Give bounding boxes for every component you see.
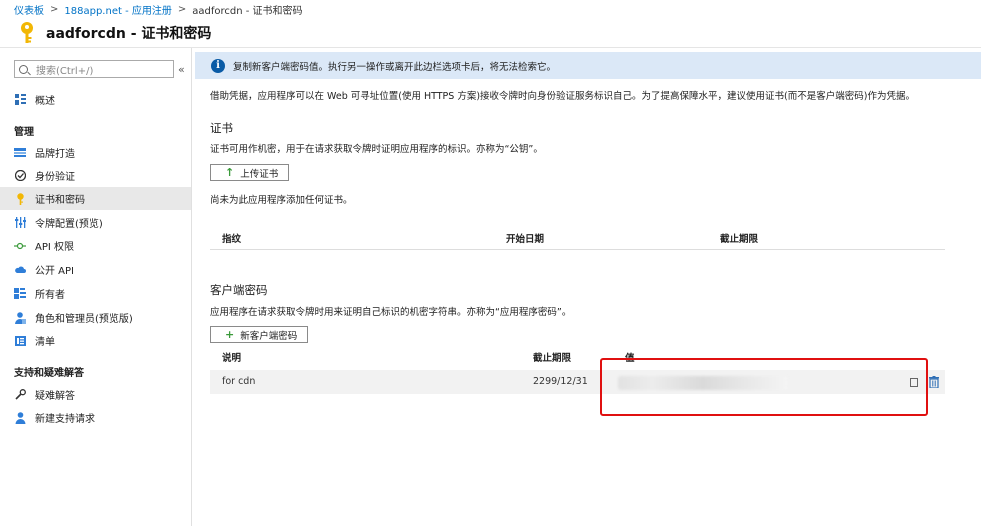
sidebar-item-label: 疑难解答 (35, 391, 75, 402)
sidebar-item-label: 公开 API (35, 266, 74, 277)
sidebar-item-label: 概述 (35, 96, 55, 107)
info-banner-text: 复制新客户端密码值。执行另一操作或离开此边栏选项卡后，将无法检索它。 (233, 61, 557, 73)
sidebar-item-branding[interactable]: 品牌打造 (0, 141, 191, 164)
upload-certificate-button[interactable]: ↑ 上传证书 (210, 164, 290, 181)
collapse-sidebar-button[interactable]: « (178, 63, 185, 76)
main-content: i 复制新客户端密码值。执行另一操作或离开此边栏选项卡后，将无法检索它。 借助凭… (193, 48, 981, 526)
breadcrumb-separator: > (50, 3, 59, 15)
certificates-empty-text: 尚未为此应用程序添加任何证书。 (210, 195, 353, 206)
search-placeholder: 搜索(Ctrl+/) (36, 65, 94, 77)
client-secrets-title: 客户端密码 (210, 283, 268, 297)
breadcrumb-current: aadforcdn - 证书和密码 (192, 5, 303, 17)
sidebar-item-label: API 权限 (35, 242, 74, 253)
sidebar-item-label: 身份验证 (35, 172, 75, 183)
upload-icon: ↑ (225, 166, 235, 179)
sidebar-item-roles-admins[interactable]: 角色和管理员(预览版) (0, 306, 191, 329)
branding-icon (14, 147, 26, 159)
search-icon (19, 64, 28, 74)
breadcrumb-dashboard[interactable]: 仪表板 (14, 2, 44, 17)
manage-heading: 管理 (14, 127, 34, 138)
secret-description: for cdn (222, 376, 256, 387)
sidebar-item-label: 清单 (35, 337, 55, 348)
new-client-secret-button[interactable]: + 新客户端密码 (210, 326, 309, 343)
breadcrumb-app-registrations[interactable]: 188app.net - 应用注册 (64, 2, 171, 17)
sidebar-item-owners[interactable]: 所有者 (0, 282, 191, 305)
divider (210, 249, 945, 250)
sidebar-item-authentication[interactable]: 身份验证 (0, 164, 191, 187)
authentication-icon (14, 170, 26, 182)
manifest-icon (14, 335, 26, 347)
breadcrumb-separator: > (177, 3, 187, 15)
column-expires: 截止期限 (720, 234, 759, 245)
certificates-title: 证书 (210, 121, 233, 135)
search-input[interactable]: 搜索(Ctrl+/) (14, 60, 174, 78)
sidebar-item-label: 新建支持请求 (35, 414, 95, 425)
support-heading: 支持和疑难解答 (14, 368, 84, 379)
sidebar-item-label: 令牌配置(预览) (35, 219, 103, 230)
support-user-icon (14, 411, 26, 424)
api-permissions-icon (14, 240, 26, 252)
key-icon (14, 192, 26, 205)
info-icon: i (211, 58, 225, 73)
upload-certificate-label: 上传证书 (240, 168, 279, 180)
owners-icon (14, 288, 26, 300)
highlight-annotation (600, 358, 928, 416)
info-banner: i 复制新客户端密码值。执行另一操作或离开此边栏选项卡后，将无法检索它。 (195, 52, 981, 79)
breadcrumb: 仪表板 > 188app.net - 应用注册 > aadforcdn - 证书… (0, 0, 981, 18)
wrench-icon (14, 389, 26, 401)
sidebar-item-troubleshooting[interactable]: 疑难解答 (0, 383, 191, 406)
roles-icon (14, 311, 26, 324)
sidebar-item-new-support-request[interactable]: 新建支持请求 (0, 406, 191, 429)
intro-text: 借助凭据，应用程序可以在 Web 可寻址位置(使用 HTTPS 方案)接收令牌时… (210, 91, 915, 102)
token-config-icon (14, 217, 26, 229)
page-header: aadforcdn - 证书和密码 (0, 18, 981, 48)
plus-icon: + (225, 328, 235, 341)
sidebar-item-api-permissions[interactable]: API 权限 (0, 234, 191, 257)
certificates-description: 证书可用作机密，用于在请求获取令牌时证明应用程序的标识。亦称为“公钥”。 (210, 144, 543, 155)
sidebar-item-token-configuration[interactable]: 令牌配置(预览) (0, 211, 191, 234)
column-description: 说明 (222, 353, 242, 364)
column-expires: 截止期限 (533, 353, 572, 364)
new-client-secret-label: 新客户端密码 (240, 330, 298, 342)
sidebar-item-overview[interactable]: 概述 (0, 88, 191, 111)
trash-icon[interactable] (929, 376, 939, 389)
sidebar-item-manifest[interactable]: 清单 (0, 329, 191, 352)
column-start-date: 开始日期 (506, 234, 545, 245)
secret-expires: 2299/12/31 (533, 376, 588, 387)
page-title: aadforcdn - 证书和密码 (46, 25, 212, 42)
cloud-icon (14, 264, 26, 276)
sidebar-item-certificates-secrets[interactable]: 证书和密码 (0, 187, 191, 210)
key-icon (16, 21, 38, 45)
sidebar-item-expose-api[interactable]: 公开 API (0, 258, 191, 281)
sidebar-item-label: 品牌打造 (35, 149, 75, 160)
column-thumbprint: 指纹 (222, 234, 242, 245)
sidebar: 搜索(Ctrl+/) « 概述 管理 品牌打造 身份验证 证书和密码 令牌配置(… (0, 48, 192, 526)
sidebar-item-label: 角色和管理员(预览版) (35, 314, 133, 325)
sidebar-item-label: 所有者 (35, 290, 65, 301)
sidebar-item-label: 证书和密码 (35, 195, 85, 206)
client-secrets-description: 应用程序在请求获取令牌时用来证明自己标识的机密字符串。亦称为“应用程序密码”。 (210, 307, 572, 318)
overview-icon (14, 94, 26, 106)
